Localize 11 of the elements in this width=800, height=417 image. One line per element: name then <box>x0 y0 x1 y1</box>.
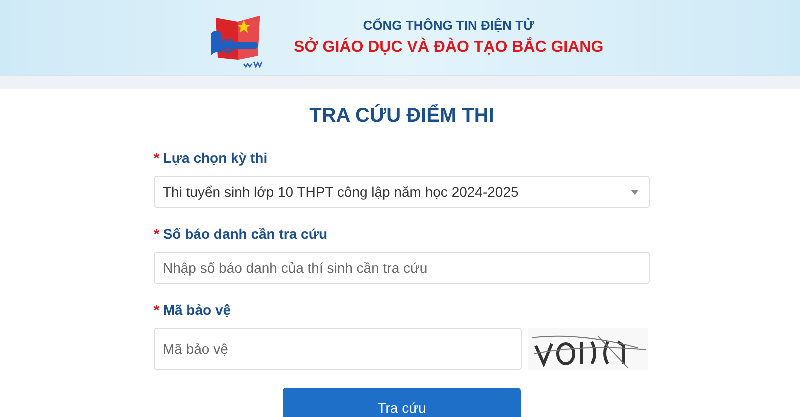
department-title: SỞ GIÁO DỤC VÀ ĐÀO TẠO BẮC GIANG <box>294 39 604 57</box>
input-field[interactable]: Mã bảo vệ <box>154 328 522 370</box>
input-field[interactable]: Nhập số báo danh của thí sinh cần tra cứu <box>154 252 650 284</box>
dropdown-caret-icon <box>631 190 639 194</box>
portal-subtitle: CỔNG THÔNG TIN ĐIỆN TỬ <box>363 18 534 33</box>
field-label: * Mã bảo vệ <box>154 302 232 318</box>
page-title: TRA CỨU ĐIỂM THI <box>308 105 496 128</box>
exam-select[interactable]: Thi tuyển sinh lớp 10 THPT công lập năm học 2024-2025 <box>154 176 650 208</box>
field-label: * Số báo danh cần tra cứu <box>154 226 329 242</box>
field-label: * Lựa chọn kỳ thi <box>154 150 269 166</box>
search-button[interactable]: Tra cứu <box>283 388 521 417</box>
